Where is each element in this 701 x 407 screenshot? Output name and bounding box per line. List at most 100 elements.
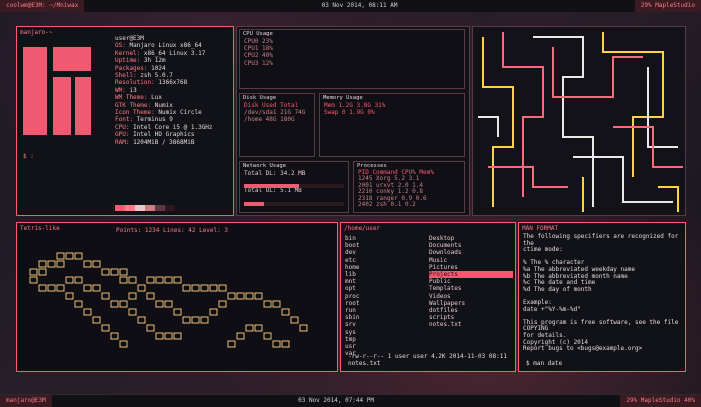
dir-list-right[interactable]: Desktop Documents Downloads Music Pictures Pr… xyxy=(429,235,513,329)
dir-item[interactable]: usr xyxy=(345,343,405,350)
dir-item[interactable]: home xyxy=(345,264,405,271)
game-block xyxy=(92,284,101,292)
sysinfo-key: Packages: xyxy=(115,64,152,72)
dir-item[interactable]: Videos xyxy=(429,293,513,300)
dir-item[interactable]: Wallpapers xyxy=(429,300,513,307)
dir-item[interactable]: lib xyxy=(345,271,405,278)
workspace-label[interactable]: coolwm@E3M: ~/Mniwax xyxy=(0,0,85,12)
file-manager-window[interactable]: /home/user bin boot dev etc home lib mnt opt pro… xyxy=(340,222,516,372)
dir-item[interactable]: Desktop xyxy=(429,235,513,242)
cpu-row: CPU2 40% xyxy=(244,52,273,60)
sysinfo-key: Font: xyxy=(115,116,137,124)
game-block xyxy=(92,260,101,268)
sysinfo-row: CPU: Intel Core i5 @ 1.3GHz xyxy=(115,124,213,131)
dir-item[interactable]: Pictures xyxy=(429,264,513,271)
dir-item[interactable]: Projects xyxy=(429,271,513,279)
cpu-row: CPU0 23% xyxy=(244,38,273,45)
bottom-right-label: 29% MapleStudio 40% xyxy=(620,395,701,407)
dir-item[interactable]: opt xyxy=(345,285,405,292)
sysinfo-window[interactable]: manjaro-~ user@E3M OS: Manjaro Linux x86… xyxy=(16,26,234,216)
game-board[interactable] xyxy=(17,237,337,367)
sysinfo-row: RAM: 1204MiB / 3868MiB xyxy=(115,139,213,146)
dir-item[interactable]: run xyxy=(345,307,405,314)
bottom-left-label[interactable]: manjaro@E3M xyxy=(0,395,52,407)
dir-item[interactable]: etc xyxy=(345,257,405,264)
sysinfo-key: Icon Theme: xyxy=(115,109,159,117)
manpage-line: This program is free software, see the f… xyxy=(523,318,679,333)
dir-item[interactable]: Documents xyxy=(429,242,513,249)
circuit-art-window[interactable] xyxy=(472,26,686,216)
game-block xyxy=(137,284,146,292)
dir-item[interactable]: Templates xyxy=(429,285,513,292)
game-block xyxy=(155,332,164,340)
dir-item[interactable]: sbin xyxy=(345,314,405,321)
dir-item[interactable]: tmp xyxy=(345,336,405,343)
sysinfo-value: 1366x768 xyxy=(158,79,188,87)
dir-item[interactable]: bin xyxy=(345,235,405,242)
game-window[interactable]: Tetris-like Points: 1234 Lines: 42 Level… xyxy=(16,222,338,372)
game-block xyxy=(236,292,245,300)
process-row[interactable]: 2402 zsh 0.1 0.2 xyxy=(358,201,460,208)
disk-list: Disk Used Total/dev/sda1 21G 74G/home 48… xyxy=(240,102,314,124)
disk-panel: Disk Usage Disk Used Total/dev/sda1 21G … xyxy=(239,93,315,157)
game-block xyxy=(110,300,119,308)
game-block xyxy=(299,324,308,332)
sysinfo-value: Intel HD Graphics xyxy=(133,131,195,139)
dir-item[interactable]: notes.txt xyxy=(429,321,513,328)
game-block xyxy=(83,284,92,292)
dir-item[interactable]: srv xyxy=(345,321,405,328)
game-block xyxy=(29,268,38,276)
shell-prompt[interactable]: $ : xyxy=(23,153,34,160)
sysinfo-key: Shell: xyxy=(115,72,141,80)
game-block xyxy=(272,340,281,348)
dir-item[interactable]: proc xyxy=(345,293,405,300)
manpage-window[interactable]: MAN FORMAT The following specifiers are … xyxy=(518,222,686,372)
game-block xyxy=(281,340,290,348)
game-block xyxy=(272,300,281,308)
memory-list: Mem 1.2G 3.8G 31% Swap 0 1.9G 0% xyxy=(320,102,464,116)
game-block xyxy=(128,276,137,284)
game-block xyxy=(119,300,128,308)
game-block xyxy=(74,300,83,308)
color-swatch xyxy=(125,205,135,211)
game-block xyxy=(137,316,146,324)
dir-item[interactable]: Music xyxy=(429,257,513,264)
memory-title: Memory Usage xyxy=(323,95,363,101)
bottom-clock: 03 Nov 2014, 07:44 PM xyxy=(298,397,374,404)
game-block xyxy=(254,292,263,300)
dir-item[interactable]: mnt xyxy=(345,278,405,285)
dir-item[interactable]: Downloads xyxy=(429,249,513,256)
circuit-artwork xyxy=(478,32,683,212)
color-swatch xyxy=(115,205,125,211)
game-block xyxy=(173,276,182,284)
sysinfo-key: Uptime: xyxy=(115,57,144,65)
sysinfo-key: Kernel: xyxy=(115,49,144,57)
dir-item[interactable]: scripts xyxy=(429,314,513,321)
game-block xyxy=(101,324,110,332)
dir-item[interactable]: dev xyxy=(345,249,405,256)
game-block xyxy=(191,284,200,292)
manpage-prompt[interactable]: $ man date xyxy=(523,358,565,369)
sysinfo-row: GPU: Intel HD Graphics xyxy=(115,131,213,138)
dir-item[interactable]: Public xyxy=(429,278,513,285)
sysinfo-key: OS: xyxy=(115,42,130,50)
game-block xyxy=(281,308,290,316)
dir-item[interactable]: sys xyxy=(345,329,405,336)
sysinfo-key: WM Theme: xyxy=(115,94,152,102)
dir-item[interactable]: root xyxy=(345,300,405,307)
dir-item[interactable]: boot xyxy=(345,242,405,249)
memory-row: Mem 1.2G 3.8G 31% xyxy=(324,102,386,109)
game-block xyxy=(65,252,74,260)
game-block xyxy=(146,292,155,300)
manpage-line: date +"%Y-%m-%d" xyxy=(523,305,581,313)
game-block xyxy=(128,292,137,300)
sysinfo-row: Uptime: 3h 12m xyxy=(115,57,213,64)
dir-list-left[interactable]: bin boot dev etc home lib mnt opt proc root run sbi… xyxy=(345,235,405,357)
system-monitor-window[interactable]: CPU Usage CPU0 23% CPU1 18% CPU2 40% CPU3 1… xyxy=(236,26,470,216)
color-swatch xyxy=(145,205,155,211)
dir-item[interactable]: dotfiles xyxy=(429,307,513,314)
game-block xyxy=(155,276,164,284)
game-block xyxy=(101,268,110,276)
cpu-row: CPU3 12% xyxy=(244,59,273,67)
memory-row: Swap 0 1.9G 0% xyxy=(324,109,375,117)
